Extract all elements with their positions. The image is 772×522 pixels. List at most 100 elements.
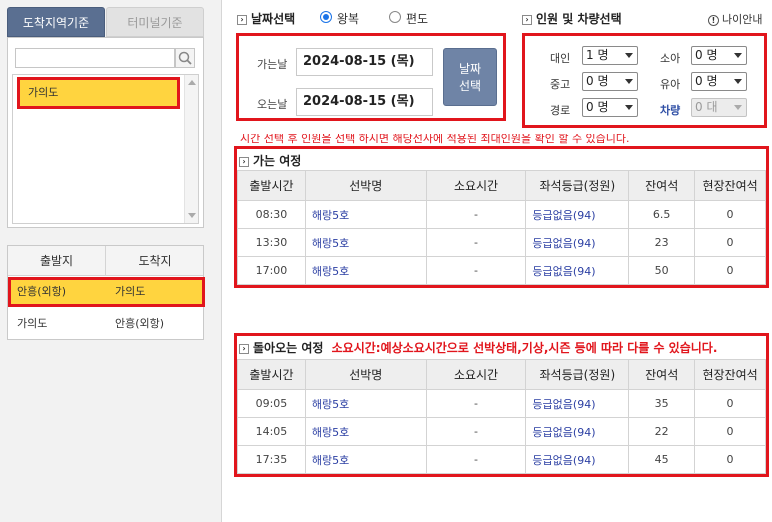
- senior-select[interactable]: 0 명: [582, 98, 638, 117]
- date-panel: 가는날 2024-08-15 (목) 오는날 2024-08-15 (목) 날짜…: [236, 33, 506, 121]
- ship-name[interactable]: 해랑5호: [304, 417, 427, 446]
- infant-select[interactable]: 0 명: [691, 72, 747, 91]
- ship-name[interactable]: 해랑5호: [304, 256, 427, 285]
- section-bullet-icon: ›: [522, 14, 532, 25]
- route-list: 출발지 도착지 안흥(외항) 가의도 가의도 안흥(외항): [7, 245, 205, 340]
- col-seat-grade: 좌석등급(정원): [525, 359, 630, 390]
- onsite-remaining: 0: [694, 228, 766, 257]
- table-row[interactable]: 09:05 해랑5호 - 등급없음(94) 35 0: [237, 389, 766, 418]
- departure-time: 13:30: [237, 228, 306, 257]
- col-seat-grade: 좌석등급(정원): [525, 170, 630, 201]
- remaining-seats: 6.5: [628, 200, 696, 229]
- region-panel: 가의도: [7, 37, 204, 228]
- departure-time: 14:05: [237, 417, 306, 446]
- duration: -: [425, 417, 527, 446]
- date-select-label-2: 선택: [458, 79, 482, 93]
- region-search-input[interactable]: [15, 48, 175, 68]
- section-bullet-icon: ›: [237, 14, 247, 25]
- child-label: 소아: [660, 52, 681, 65]
- left-panel: 도착지역기준 터미널기준 가의도 출발지 도착지 안흥(외항) 가의도 가의도 …: [0, 0, 222, 522]
- route-departure: 안흥(외항): [17, 285, 67, 298]
- route-row-selected[interactable]: 안흥(외항) 가의도: [8, 277, 205, 307]
- chevron-down-icon: [625, 105, 633, 110]
- region-item-gauido[interactable]: 가의도: [17, 77, 180, 109]
- seat-grade-link[interactable]: 등급없음(94): [525, 389, 630, 418]
- oneway-label: 편도: [406, 12, 429, 26]
- seat-grade-link[interactable]: 등급없음(94): [525, 417, 630, 446]
- return-date-label: 오는날: [257, 98, 288, 111]
- scroll-up-arrow-icon[interactable]: [188, 80, 196, 85]
- tab-terminal[interactable]: 터미널기준: [106, 7, 204, 37]
- date-select-button[interactable]: 날짜 선택: [443, 48, 497, 106]
- chevron-down-icon: [734, 79, 742, 84]
- table-row[interactable]: 17:35 해랑5호 - 등급없음(94) 45 0: [237, 445, 766, 474]
- ship-name[interactable]: 해랑5호: [304, 445, 427, 474]
- departure-time: 17:35: [237, 445, 306, 474]
- adult-label: 대인: [550, 52, 571, 65]
- age-info-link[interactable]: ! 나이안내: [708, 11, 762, 27]
- departure-time: 17:00: [237, 256, 306, 285]
- ship-name[interactable]: 해랑5호: [304, 389, 427, 418]
- date-select-label-1: 날짜: [458, 62, 482, 76]
- departure-time: 09:05: [237, 389, 306, 418]
- section-bullet-icon: ›: [239, 343, 249, 354]
- seat-grade-link[interactable]: 등급없음(94): [525, 228, 630, 257]
- search-icon: [178, 51, 192, 65]
- roundtrip-label: 왕복: [337, 12, 360, 26]
- duration-disclaimer: 소요시간:예상소요시간으로 선박상태,기상,시즌 등에 따라 다를 수 있습니다…: [331, 341, 718, 355]
- student-label: 중고: [550, 78, 571, 91]
- ship-name[interactable]: 해랑5호: [304, 200, 427, 229]
- col-onsite-remaining: 현장잔여석: [694, 359, 766, 390]
- passenger-panel: 대인 1 명 소아 0 명 중고 0 명 유아 0 명 경로 0 명 차량 0 …: [522, 33, 767, 128]
- search-button[interactable]: [175, 48, 195, 68]
- chevron-down-icon: [625, 53, 633, 58]
- chevron-down-icon: [734, 105, 742, 110]
- child-select[interactable]: 0 명: [691, 46, 747, 65]
- route-row[interactable]: 가의도 안흥(외항): [8, 312, 205, 338]
- roundtrip-radio[interactable]: [320, 11, 332, 23]
- table-row[interactable]: 08:30 해랑5호 - 등급없음(94) 6.5 0: [237, 200, 766, 229]
- remaining-seats: 23: [628, 228, 696, 257]
- adult-select[interactable]: 1 명: [582, 46, 638, 65]
- table-header-row: 출발시간 선박명 소요시간 좌석등급(정원) 잔여석 현장잔여석: [237, 170, 766, 201]
- return-date-field[interactable]: 2024-08-15 (목): [296, 88, 433, 116]
- oneway-radio[interactable]: [389, 11, 401, 23]
- route-departure: 가의도: [17, 317, 48, 330]
- seat-grade-link[interactable]: 등급없음(94): [525, 200, 630, 229]
- region-list-scrollbar[interactable]: [184, 75, 198, 223]
- onsite-remaining: 0: [694, 389, 766, 418]
- chevron-down-icon: [734, 53, 742, 58]
- col-remaining: 잔여석: [628, 170, 696, 201]
- tab-arrival-region[interactable]: 도착지역기준: [7, 7, 105, 37]
- duration: -: [425, 228, 527, 257]
- seat-grade-link[interactable]: 등급없음(94): [525, 256, 630, 285]
- table-row[interactable]: 13:30 해랑5호 - 등급없음(94) 23 0: [237, 228, 766, 257]
- departure-time: 08:30: [237, 200, 306, 229]
- inbound-table: 출발시간 선박명 소요시간 좌석등급(정원) 잔여석 현장잔여석 09:05 해…: [237, 359, 766, 474]
- date-section-title: › 날짜선택: [237, 10, 295, 27]
- table-row[interactable]: 14:05 해랑5호 - 등급없음(94) 22 0: [237, 417, 766, 446]
- col-departure-time: 출발시간: [237, 170, 306, 201]
- duration: -: [425, 200, 527, 229]
- seat-grade-link[interactable]: 등급없음(94): [525, 445, 630, 474]
- ship-name[interactable]: 해랑5호: [304, 228, 427, 257]
- col-onsite-remaining: 현장잔여석: [694, 170, 766, 201]
- table-row[interactable]: 17:00 해랑5호 - 등급없음(94) 50 0: [237, 256, 766, 285]
- vehicle-label: 차량: [660, 104, 681, 117]
- student-select[interactable]: 0 명: [582, 72, 638, 91]
- info-icon: !: [708, 14, 719, 26]
- col-duration: 소요시간: [425, 359, 527, 390]
- onsite-remaining: 0: [694, 256, 766, 285]
- inbound-panel: › 돌아오는 여정 소요시간:예상소요시간으로 선박상태,기상,시즌 등에 따라 …: [234, 333, 769, 477]
- route-arrival: 안흥(외항): [115, 317, 165, 330]
- remaining-seats: 45: [628, 445, 696, 474]
- go-date-field[interactable]: 2024-08-15 (목): [296, 48, 433, 76]
- pax-section-title: › 인원 및 차량선택: [522, 10, 622, 27]
- col-duration: 소요시간: [425, 170, 527, 201]
- scroll-down-arrow-icon[interactable]: [188, 213, 196, 218]
- go-date-label: 가는날: [257, 58, 288, 71]
- route-header-departure: 출발지: [8, 246, 106, 276]
- vehicle-select: 0 대: [691, 98, 747, 117]
- onsite-remaining: 0: [694, 445, 766, 474]
- senior-label: 경로: [550, 104, 571, 117]
